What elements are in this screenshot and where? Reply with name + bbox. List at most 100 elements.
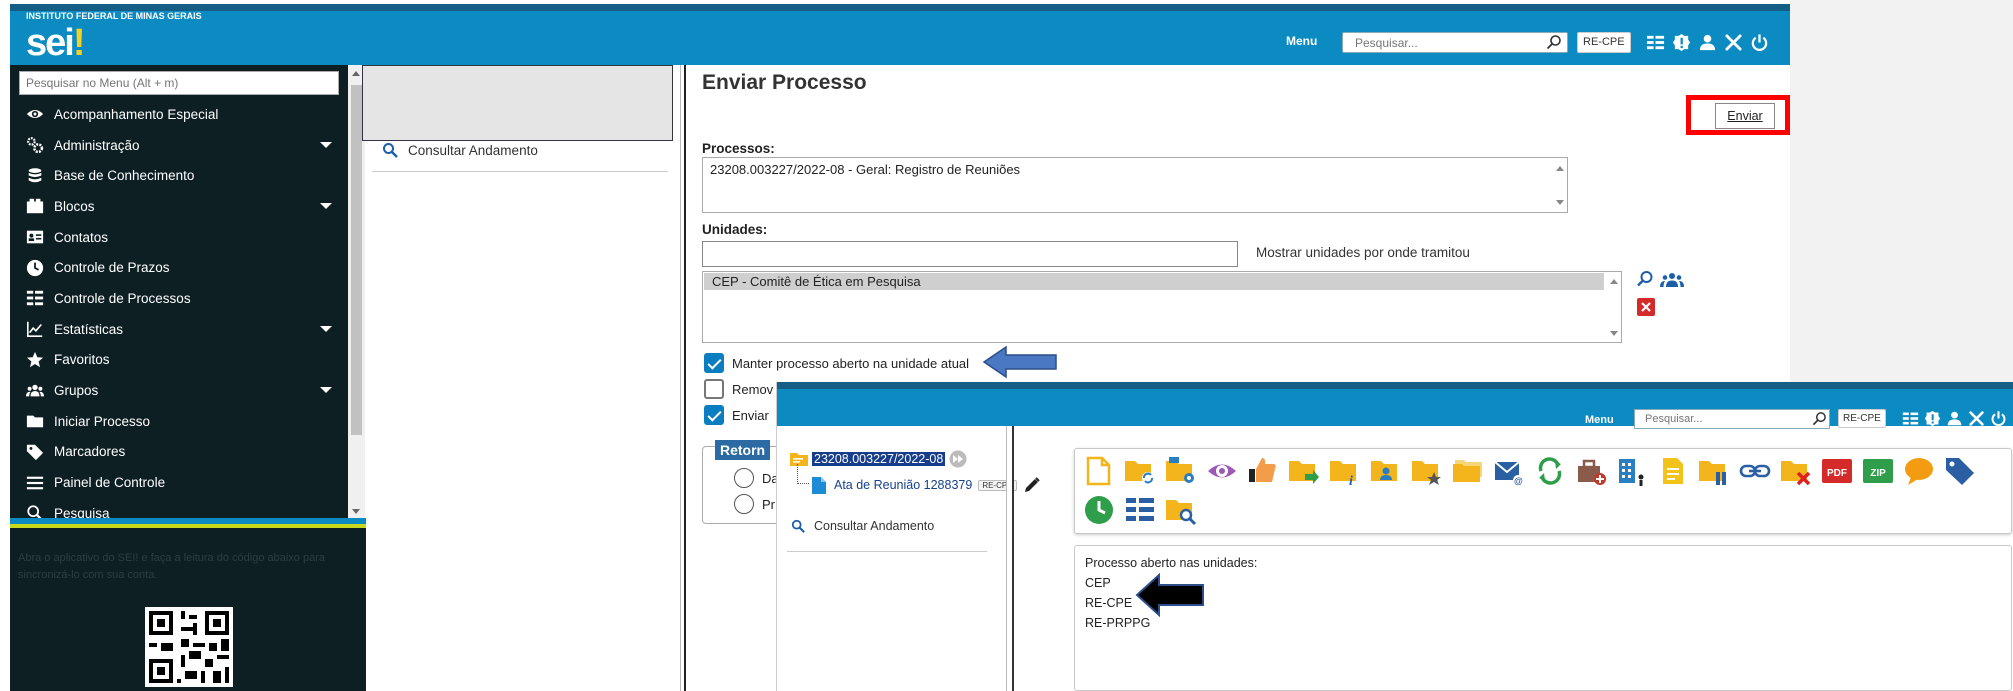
sei-logo[interactable]: sei! bbox=[26, 22, 85, 64]
manter-aberto-checkbox-row[interactable]: Manter processo aberto na unidade atual bbox=[704, 353, 969, 373]
unidades-list[interactable]: CEP - Comitê de Ética em Pesquisa bbox=[702, 271, 1622, 343]
inset-search-input[interactable] bbox=[1634, 409, 1830, 429]
sidebar-item-blocos[interactable]: Blocos bbox=[10, 191, 348, 222]
alert-icon[interactable] bbox=[1924, 410, 1941, 427]
folder-settings-icon[interactable] bbox=[1165, 455, 1197, 487]
power-icon[interactable] bbox=[1750, 33, 1769, 52]
tools-icon[interactable] bbox=[1724, 33, 1743, 52]
inset-consultar-andamento-link[interactable]: Consultar Andamento bbox=[791, 519, 934, 533]
grid-list-icon[interactable] bbox=[1646, 33, 1665, 52]
open-unit: CEP bbox=[1085, 576, 1111, 590]
new-document-icon[interactable] bbox=[1083, 455, 1115, 487]
sidebar-item-controle-prazos[interactable]: Controle de Prazos bbox=[10, 252, 348, 283]
sidebar-item-base-conhecimento[interactable]: Base de Conhecimento bbox=[10, 160, 348, 191]
scrollbar-thumb[interactable] bbox=[351, 85, 362, 435]
retorno-prazo-radio[interactable] bbox=[734, 494, 754, 514]
clock-icon[interactable] bbox=[1083, 494, 1115, 526]
note-icon[interactable] bbox=[1657, 455, 1689, 487]
search-icon[interactable] bbox=[1636, 270, 1654, 288]
panel-resize-handle[interactable] bbox=[680, 65, 686, 691]
sidebar-item-iniciar-processo[interactable]: Iniciar Processo bbox=[10, 406, 348, 437]
scroll-down-icon[interactable] bbox=[1610, 331, 1618, 336]
pen-icon[interactable] bbox=[1023, 476, 1041, 494]
process-tree-root[interactable]: 23208.003227/2022-08 bbox=[790, 450, 967, 468]
list-icon[interactable] bbox=[1124, 494, 1156, 526]
sidebar-item-favoritos[interactable]: Favoritos bbox=[10, 345, 348, 376]
scroll-up-icon[interactable] bbox=[1610, 279, 1618, 284]
remover-checkbox-row[interactable]: Remov bbox=[704, 379, 773, 399]
email-icon[interactable]: @ bbox=[1493, 455, 1525, 487]
folders-icon[interactable] bbox=[1452, 455, 1484, 487]
link-icon[interactable] bbox=[1739, 455, 1771, 487]
sidebar-item-controle-processos[interactable]: Controle de Processos bbox=[10, 283, 348, 314]
search-icon[interactable] bbox=[1812, 411, 1827, 426]
eye-icon[interactable] bbox=[1206, 455, 1238, 487]
sidebar-item-painel-controle[interactable]: Painel de Controle bbox=[10, 467, 348, 498]
power-icon[interactable] bbox=[1990, 410, 2007, 427]
header-icons bbox=[1646, 33, 1769, 52]
sidebar-search-input[interactable] bbox=[19, 71, 339, 95]
bag-add-icon[interactable] bbox=[1575, 455, 1607, 487]
pdf-icon[interactable]: PDF bbox=[1821, 455, 1853, 487]
sidebar-item-acompanhamento[interactable]: Acompanhamento Especial bbox=[10, 99, 348, 130]
gears-icon bbox=[27, 137, 44, 154]
fast-forward-icon[interactable] bbox=[949, 450, 967, 468]
zip-icon[interactable]: ZIP bbox=[1862, 455, 1894, 487]
folder-search-icon[interactable] bbox=[1165, 494, 1197, 526]
enviar-email-checkbox[interactable] bbox=[704, 405, 724, 425]
menu-toggle[interactable]: Menu bbox=[1286, 34, 1317, 48]
unidade-search-input[interactable] bbox=[702, 241, 1238, 267]
remove-icon[interactable] bbox=[1637, 298, 1655, 316]
retorno-data-radio[interactable] bbox=[734, 468, 754, 488]
contact-card-icon bbox=[26, 230, 44, 244]
folder-star-icon[interactable] bbox=[1411, 455, 1443, 487]
folder-send-icon[interactable] bbox=[1288, 455, 1320, 487]
sidebar-item-administracao[interactable]: Administração bbox=[10, 130, 348, 161]
group-icon[interactable] bbox=[1659, 271, 1685, 289]
document-label[interactable]: Ata de Reunião 1288379 bbox=[834, 478, 972, 492]
search-icon[interactable] bbox=[1546, 34, 1562, 50]
header-search-input[interactable] bbox=[1342, 32, 1568, 53]
manter-aberto-checkbox[interactable] bbox=[704, 353, 724, 373]
mostrar-unidades-link[interactable]: Mostrar unidades por onde tramitou bbox=[1256, 245, 1470, 260]
tools-icon[interactable] bbox=[1968, 410, 1985, 427]
sidebar-item-label: Estatísticas bbox=[54, 321, 124, 337]
user-icon[interactable] bbox=[1946, 410, 1963, 427]
thumbs-up-icon[interactable] bbox=[1247, 455, 1279, 487]
scroll-up-icon[interactable] bbox=[352, 71, 360, 76]
folder-close-icon[interactable] bbox=[1780, 455, 1812, 487]
tag-icon[interactable] bbox=[1944, 455, 1976, 487]
grid-list-icon[interactable] bbox=[1902, 410, 1919, 427]
consultar-andamento-link[interactable]: Consultar Andamento bbox=[382, 142, 538, 158]
inset-header-icons bbox=[1902, 410, 2007, 427]
sidebar-item-contatos[interactable]: Contatos bbox=[10, 222, 348, 253]
alert-icon[interactable] bbox=[1672, 33, 1691, 52]
scroll-down-icon[interactable] bbox=[1556, 200, 1564, 205]
sidebar-item-label: Controle de Processos bbox=[54, 290, 191, 306]
sidebar-item-marcadores[interactable]: Marcadores bbox=[10, 437, 348, 468]
folder-pause-icon[interactable] bbox=[1698, 455, 1730, 487]
user-icon[interactable] bbox=[1698, 33, 1717, 52]
remover-checkbox[interactable] bbox=[704, 379, 724, 399]
clock-icon bbox=[26, 259, 44, 276]
sidebar-item-grupos[interactable]: Grupos bbox=[10, 375, 348, 406]
logo-main: sei bbox=[26, 22, 75, 64]
scroll-down-icon[interactable] bbox=[352, 509, 360, 514]
building-icon[interactable] bbox=[1616, 455, 1648, 487]
folder-info-icon[interactable]: i bbox=[1329, 455, 1361, 487]
folder-user-icon[interactable] bbox=[1370, 455, 1402, 487]
folder-sync-icon[interactable] bbox=[1124, 455, 1156, 487]
enviar-email-checkbox-row[interactable]: Enviar bbox=[704, 405, 769, 425]
scroll-up-icon[interactable] bbox=[1556, 166, 1564, 171]
comment-icon[interactable] bbox=[1903, 455, 1935, 487]
inset-unit-selector[interactable]: RE-CPE bbox=[1838, 409, 1886, 428]
processos-list[interactable]: 23208.003227/2022-08 - Geral: Registro d… bbox=[702, 157, 1568, 213]
unit-selector[interactable]: RE-CPE bbox=[1577, 32, 1631, 53]
unidade-option[interactable]: CEP - Comitê de Ética em Pesquisa bbox=[704, 273, 1604, 290]
sidebar-item-estatisticas[interactable]: Estatísticas bbox=[10, 314, 348, 345]
inset-panel-resize-handle[interactable] bbox=[1006, 426, 1014, 691]
process-number[interactable]: 23208.003227/2022-08 bbox=[812, 452, 946, 466]
processo-option[interactable]: 23208.003227/2022-08 - Geral: Registro d… bbox=[710, 162, 1020, 177]
inset-menu-toggle[interactable]: Menu bbox=[1585, 414, 1614, 426]
refresh-icon[interactable] bbox=[1534, 455, 1566, 487]
